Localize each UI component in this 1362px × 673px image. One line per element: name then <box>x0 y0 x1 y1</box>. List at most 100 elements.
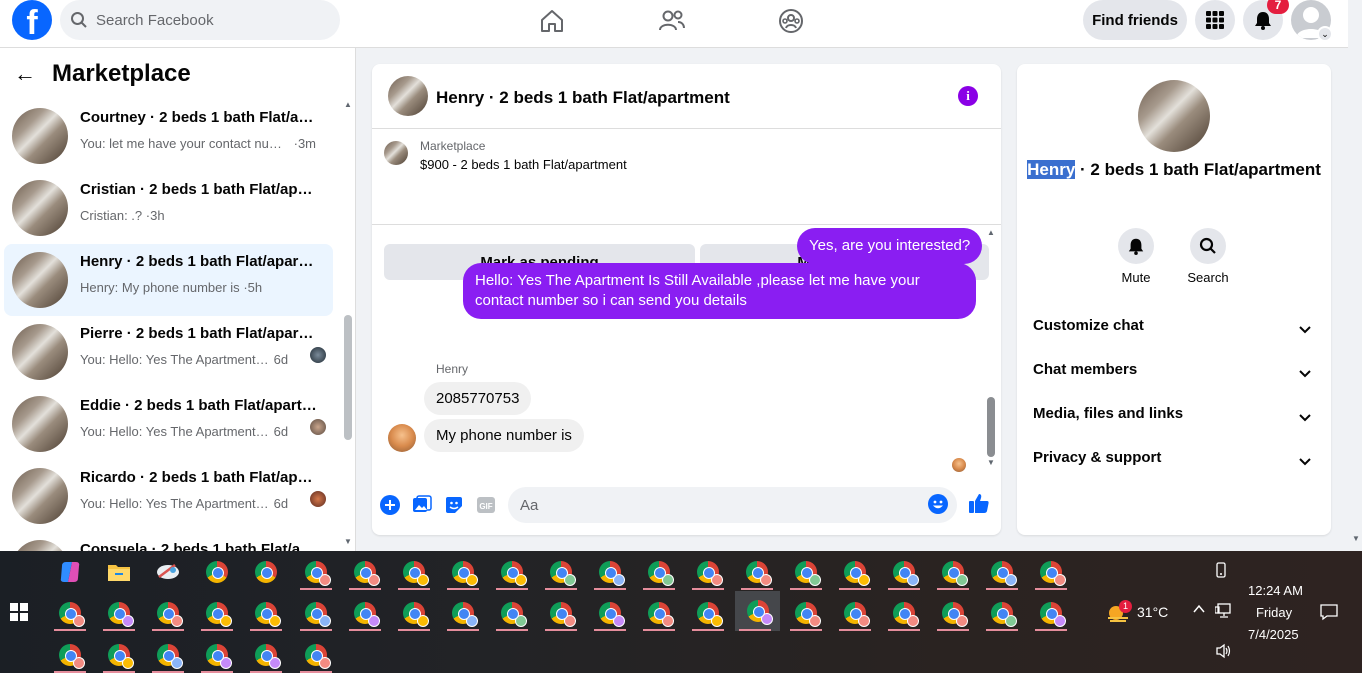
chrome-profile-icon[interactable] <box>884 595 924 631</box>
file-explorer-icon[interactable] <box>99 554 139 590</box>
chrome-profile-icon[interactable] <box>688 595 728 631</box>
clock-date[interactable]: 7/4/2025 <box>1248 627 1299 642</box>
volume-icon[interactable] <box>1215 643 1233 662</box>
chrome-profile-icon[interactable] <box>639 554 679 590</box>
listing-price[interactable]: $900 - 2 beds 1 bath Flat/apartment <box>420 157 627 172</box>
search-box[interactable] <box>60 0 340 40</box>
chrome-profile-icon[interactable] <box>639 595 679 631</box>
chrome-profile-icon[interactable] <box>541 554 581 590</box>
sender-avatar[interactable] <box>388 424 416 452</box>
copilot-icon[interactable] <box>50 554 90 590</box>
chrome-profile-icon[interactable] <box>148 595 188 631</box>
chrome-profile-icon[interactable] <box>246 637 286 673</box>
chrome-profile-icon[interactable] <box>786 554 826 590</box>
weather-temperature[interactable]: 31°C <box>1137 604 1168 620</box>
friends-icon[interactable] <box>654 6 690 36</box>
chrome-profile-icon[interactable] <box>296 554 336 590</box>
conversation-item[interactable]: Eddie · 2 beds 1 bath Flat/apartment You… <box>4 388 333 460</box>
search-input[interactable] <box>96 0 326 40</box>
chrome-profile-icon[interactable] <box>737 554 777 590</box>
scroll-down-arrow-icon[interactable]: ▼ <box>343 537 353 546</box>
chat-thumbnail[interactable] <box>388 76 428 116</box>
chrome-profile-icon[interactable] <box>688 554 728 590</box>
message-input[interactable] <box>508 487 957 523</box>
windows-start-icon[interactable] <box>10 603 28 621</box>
privacy-support-section[interactable]: Privacy & support <box>1033 449 1315 473</box>
groups-icon[interactable] <box>773 6 809 36</box>
conversation-item-active[interactable]: Henry · 2 beds 1 bath Flat/apartment Hen… <box>4 244 333 316</box>
page-scrollbar[interactable]: ▼ <box>1350 48 1362 551</box>
listing-photo[interactable] <box>1138 80 1210 152</box>
search-action[interactable]: Search <box>1178 228 1238 285</box>
details-title[interactable]: Henry · 2 beds 1 bath Flat/apartment <box>1017 160 1331 180</box>
bell-icon[interactable] <box>1118 228 1154 264</box>
chrome-profile-icon[interactable] <box>345 554 385 590</box>
home-icon[interactable] <box>534 6 570 36</box>
conversation-list-scrollbar[interactable]: ▲ ▼ <box>343 100 353 551</box>
network-icon[interactable] <box>1214 603 1233 622</box>
customize-chat-section[interactable]: Customize chat <box>1033 317 1315 341</box>
photo-icon[interactable] <box>411 494 433 516</box>
chrome-profile-icon[interactable] <box>492 595 532 631</box>
chrome-profile-icon[interactable] <box>1031 595 1071 631</box>
clock-day[interactable]: Friday <box>1256 605 1292 620</box>
chrome-profile-icon[interactable] <box>50 637 90 673</box>
media-files-links-section[interactable]: Media, files and links <box>1033 405 1315 429</box>
account-chevron-icon[interactable]: ⌄ <box>1317 26 1333 42</box>
chrome-profile-icon-active[interactable] <box>735 591 780 631</box>
info-icon[interactable]: i <box>958 86 978 106</box>
tray-chevron-up-icon[interactable] <box>1192 602 1206 619</box>
app-icon[interactable] <box>148 554 188 590</box>
clock-time[interactable]: 12:24 AM <box>1248 583 1303 598</box>
chrome-icon[interactable] <box>246 554 286 590</box>
conversation-item[interactable]: Ricardo · 2 beds 1 bath Flat/apartment Y… <box>4 460 333 532</box>
phone-link-icon[interactable] <box>1213 562 1229 581</box>
chrome-profile-icon[interactable] <box>394 554 434 590</box>
gif-icon[interactable]: GIF <box>475 494 497 516</box>
back-arrow-icon[interactable]: ← <box>14 61 36 87</box>
incoming-message[interactable]: 2085770753 <box>424 382 532 415</box>
scroll-down-arrow-icon[interactable]: ▼ <box>1352 534 1360 543</box>
conversation-item[interactable]: Courtney · 2 beds 1 bath Flat/apartment … <box>4 100 333 172</box>
chrome-profile-icon[interactable] <box>541 595 581 631</box>
conversation-item[interactable]: Pierre · 2 beds 1 bath Flat/apartment Yo… <box>4 316 333 388</box>
chrome-profile-icon[interactable] <box>99 637 139 673</box>
chrome-icon[interactable] <box>197 554 237 590</box>
listing-thumbnail[interactable] <box>384 141 408 165</box>
add-plus-icon[interactable] <box>379 494 401 516</box>
emoji-icon[interactable] <box>927 493 949 515</box>
chrome-profile-icon[interactable] <box>933 554 973 590</box>
scroll-down-arrow-icon[interactable]: ▼ <box>986 458 996 467</box>
chrome-profile-icon[interactable] <box>884 554 924 590</box>
incoming-message[interactable]: My phone number is <box>424 419 584 452</box>
chrome-profile-icon[interactable] <box>246 595 286 631</box>
chrome-profile-icon[interactable] <box>197 595 237 631</box>
chrome-profile-icon[interactable] <box>492 554 532 590</box>
mute-action[interactable]: Mute <box>1106 228 1166 285</box>
chrome-profile-icon[interactable] <box>296 595 336 631</box>
chrome-profile-icon[interactable] <box>982 595 1022 631</box>
scroll-up-arrow-icon[interactable]: ▲ <box>343 100 353 109</box>
chrome-profile-icon[interactable] <box>296 637 336 673</box>
conversation-item[interactable]: Cristian · 2 beds 1 bath Flat/apartment … <box>4 172 333 244</box>
search-icon[interactable] <box>1190 228 1226 264</box>
chrome-profile-icon[interactable] <box>1031 554 1071 590</box>
thumbs-up-icon[interactable] <box>968 492 990 514</box>
sticker-icon[interactable] <box>443 494 465 516</box>
chrome-profile-icon[interactable] <box>835 554 875 590</box>
outgoing-message[interactable]: Hello: Yes The Apartment Is Still Availa… <box>463 263 976 319</box>
chrome-profile-icon[interactable] <box>590 595 630 631</box>
chrome-profile-icon[interactable] <box>394 595 434 631</box>
chrome-profile-icon[interactable] <box>148 637 188 673</box>
scroll-up-arrow-icon[interactable]: ▲ <box>986 228 996 237</box>
chrome-profile-icon[interactable] <box>982 554 1022 590</box>
chrome-profile-icon[interactable] <box>99 595 139 631</box>
facebook-logo[interactable]: f <box>12 0 52 40</box>
chrome-profile-icon[interactable] <box>197 637 237 673</box>
outgoing-message[interactable]: Yes, are you interested? <box>797 228 983 264</box>
chrome-profile-icon[interactable] <box>835 595 875 631</box>
scrollbar-thumb[interactable] <box>987 397 995 457</box>
chrome-profile-icon[interactable] <box>50 595 90 631</box>
notification-center-icon[interactable] <box>1320 603 1338 624</box>
scrollbar-thumb[interactable] <box>344 315 352 440</box>
